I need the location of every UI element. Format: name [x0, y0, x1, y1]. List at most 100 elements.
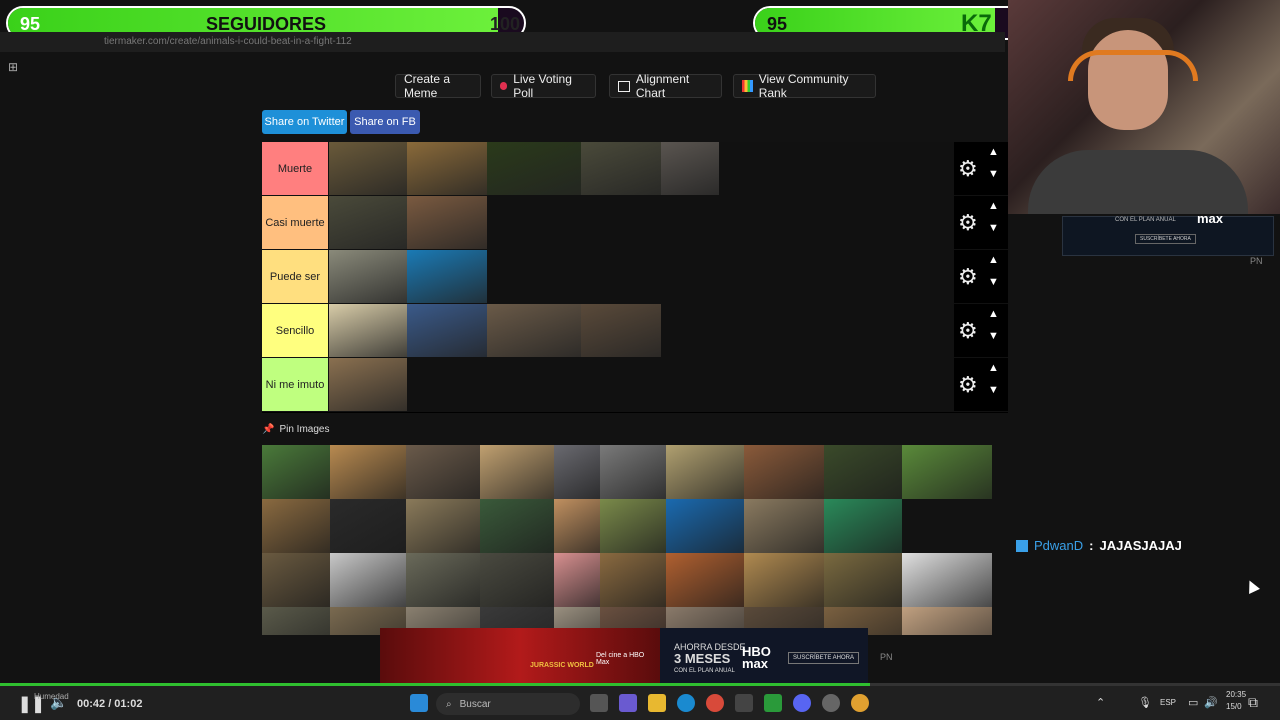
app-icon-1[interactable] [619, 694, 637, 712]
pool-image[interactable] [406, 553, 480, 607]
start-icon[interactable] [410, 694, 428, 712]
chrome-icon-2[interactable] [851, 694, 869, 712]
pool-image[interactable] [262, 445, 330, 499]
store-icon[interactable] [735, 694, 753, 712]
tier-label[interactable]: Ni me imuto [262, 358, 328, 411]
gear-icon[interactable]: ⚙ [958, 318, 978, 344]
gear-icon[interactable]: ⚙ [958, 156, 978, 182]
pool-image[interactable] [262, 499, 330, 553]
pool-image[interactable] [666, 553, 744, 607]
pool-image[interactable] [330, 499, 406, 553]
chevron-up-icon[interactable]: ▲ [988, 254, 999, 266]
chevron-up-icon[interactable]: ▲ [988, 200, 999, 212]
chevron-up-icon[interactable]: ▲ [988, 146, 999, 158]
pool-image[interactable] [902, 553, 992, 607]
apps-grid-icon[interactable]: ⊞ [8, 60, 18, 74]
tier-image[interactable] [581, 142, 661, 195]
folder-icon[interactable] [648, 694, 666, 712]
bottom-ad-cta[interactable]: SUSCRÍBETE AHORA [788, 652, 860, 664]
pool-image[interactable] [262, 553, 330, 607]
clock[interactable]: 20:35 [1226, 690, 1246, 699]
share-twitter-button[interactable]: Share on Twitter [262, 110, 347, 134]
tier-image[interactable] [329, 304, 407, 357]
chevron-down-icon[interactable]: ▼ [988, 276, 999, 288]
pool-image[interactable] [600, 499, 666, 553]
pool-image[interactable] [744, 553, 824, 607]
tier-image[interactable] [487, 142, 581, 195]
discord-icon[interactable] [793, 694, 811, 712]
tier-label[interactable]: Puede ser [262, 250, 328, 303]
volume-icon[interactable]: 🔈 [50, 694, 67, 711]
create-meme-button[interactable]: Create a Meme [395, 72, 481, 100]
chrome-icon[interactable] [706, 694, 724, 712]
pool-image[interactable] [330, 445, 406, 499]
pool-image[interactable] [406, 445, 480, 499]
pool-image[interactable] [600, 445, 666, 499]
pool-image[interactable] [600, 553, 666, 607]
language-indicator[interactable]: ESP [1160, 698, 1176, 707]
pool-image[interactable] [744, 445, 824, 499]
task-view-icon[interactable] [590, 694, 608, 712]
live-voting-poll-button[interactable]: Live Voting Poll [491, 72, 596, 100]
chevron-down-icon[interactable]: ▼ [988, 222, 999, 234]
xbox-icon[interactable] [764, 694, 782, 712]
pool-image[interactable] [262, 607, 330, 635]
tier-image[interactable] [407, 304, 487, 357]
tier-label[interactable]: Sencillo [262, 304, 328, 357]
pool-image[interactable] [666, 445, 744, 499]
gear-icon[interactable]: ⚙ [958, 264, 978, 290]
pool-image[interactable] [554, 499, 600, 553]
pool-image[interactable] [824, 445, 902, 499]
speaker-icon[interactable]: 🔊 [1204, 696, 1218, 709]
settings-icon[interactable] [822, 694, 840, 712]
mic-icon[interactable]: 🎙 [1138, 696, 1152, 709]
pool-image[interactable] [744, 499, 824, 553]
pool-image[interactable] [480, 499, 554, 553]
gear-icon[interactable]: ⚙ [958, 372, 978, 398]
tier-image[interactable] [329, 142, 407, 195]
notification-icon[interactable]: ⧉ [1248, 694, 1258, 711]
taskbar-search[interactable]: ⌕ Buscar [436, 693, 580, 715]
tier-image[interactable] [329, 250, 407, 303]
tier-image[interactable] [661, 142, 719, 195]
tier-image[interactable] [407, 196, 487, 249]
pin-images[interactable]: 📌 Pin Images [262, 424, 329, 435]
network-icon[interactable]: ▭ [1188, 696, 1198, 709]
tier-image[interactable] [329, 196, 407, 249]
rank-chart-icon [742, 80, 753, 92]
edge-icon[interactable] [677, 694, 695, 712]
pool-image[interactable] [480, 553, 554, 607]
search-icon: ⌕ [446, 698, 452, 710]
pool-image[interactable] [824, 499, 902, 553]
tier-image[interactable] [487, 304, 581, 357]
gear-icon[interactable]: ⚙ [958, 210, 978, 236]
date[interactable]: 15/0 [1226, 702, 1242, 711]
chevron-up-icon[interactable]: ▲ [988, 308, 999, 320]
tier-label[interactable]: Muerte [262, 142, 328, 195]
grid-icon [618, 80, 630, 92]
tier-image[interactable] [329, 358, 407, 411]
pool-image[interactable] [666, 499, 744, 553]
pool-image[interactable] [824, 553, 902, 607]
share-fb-button[interactable]: Share on FB [350, 110, 420, 134]
tier-label[interactable]: Casi muerte [262, 196, 328, 249]
pool-image[interactable] [902, 607, 992, 635]
pool-image[interactable] [902, 445, 992, 499]
tier-image[interactable] [581, 304, 661, 357]
chevron-down-icon[interactable]: ▼ [988, 330, 999, 342]
pool-image[interactable] [330, 553, 406, 607]
chevron-down-icon[interactable]: ▼ [988, 384, 999, 396]
chevron-down-icon[interactable]: ▼ [988, 168, 999, 180]
bottom-ad[interactable]: JURASSIC WORLD Del cine a HBO Max AHORRA… [380, 628, 868, 684]
tier-image[interactable] [407, 250, 487, 303]
tray-chevron-icon[interactable]: ⌃ [1096, 696, 1105, 709]
pool-image[interactable] [406, 499, 480, 553]
alignment-chart-button[interactable]: Alignment Chart [609, 72, 722, 100]
pool-image[interactable] [554, 445, 600, 499]
chevron-up-icon[interactable]: ▲ [988, 362, 999, 374]
tier-image[interactable] [407, 142, 487, 195]
pool-image[interactable] [554, 553, 600, 607]
side-ad[interactable]: CON EL PLAN ANUAL max SUSCRÍBETE AHORA [1062, 211, 1274, 256]
pool-image[interactable] [480, 445, 554, 499]
view-community-rank-button[interactable]: View Community Rank [733, 72, 876, 100]
